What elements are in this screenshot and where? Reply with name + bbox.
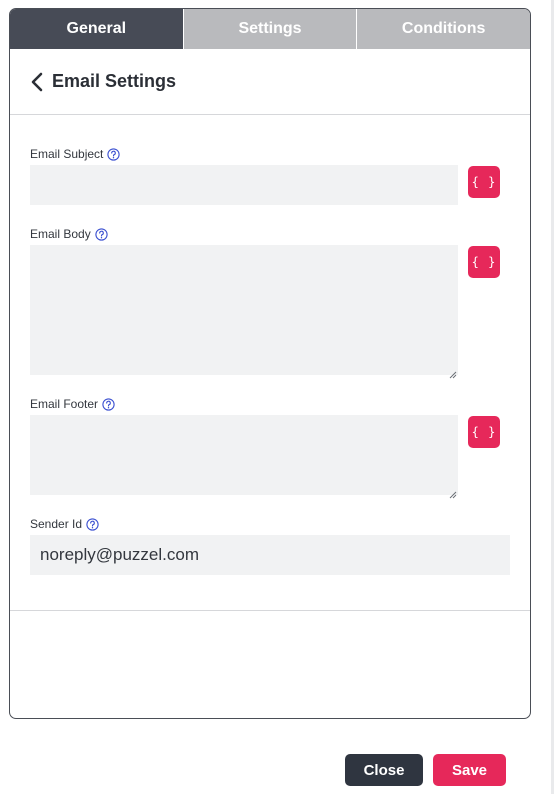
email-subject-label: Email Subject <box>30 147 104 161</box>
email-footer-textarea[interactable] <box>30 415 458 499</box>
email-footer-label-row: Email Footer <box>30 396 115 412</box>
panel-header: Email Settings <box>10 49 530 115</box>
footer-divider <box>10 610 530 611</box>
sender-id-input[interactable]: noreply@puzzel.com <box>30 535 510 575</box>
subject-insert-variable-button[interactable]: { } <box>468 166 500 198</box>
sender-id-label: Sender Id <box>30 517 83 531</box>
resize-grip-icon[interactable] <box>449 486 457 499</box>
question-circle-icon[interactable] <box>86 517 99 531</box>
email-settings-panel: General Settings Conditions Email Settin… <box>9 8 531 719</box>
email-body-textarea[interactable] <box>30 245 458 379</box>
email-footer-label: Email Footer <box>30 397 99 411</box>
footer-insert-variable-button[interactable]: { } <box>468 416 500 448</box>
email-subject-label-row: Email Subject <box>30 146 121 162</box>
sender-id-value: noreply@puzzel.com <box>40 545 199 564</box>
tab-settings[interactable]: Settings <box>182 9 357 49</box>
question-circle-icon[interactable] <box>95 227 108 241</box>
chevron-left-icon[interactable] <box>30 71 46 93</box>
question-circle-icon[interactable] <box>102 397 115 411</box>
tab-conditions[interactable]: Conditions <box>356 9 530 49</box>
tab-bar: General Settings Conditions <box>10 9 530 49</box>
sender-id-label-row: Sender Id <box>30 516 99 532</box>
email-subject-input[interactable] <box>30 165 458 205</box>
save-button[interactable]: Save <box>433 754 506 786</box>
body-insert-variable-button[interactable]: { } <box>468 246 500 278</box>
page-title: Email Settings <box>52 71 177 91</box>
question-circle-icon[interactable] <box>107 147 121 161</box>
email-body-label: Email Body <box>30 227 91 241</box>
resize-grip-icon[interactable] <box>449 366 457 379</box>
tab-general[interactable]: General <box>10 9 183 49</box>
email-body-label-row: Email Body <box>30 226 108 242</box>
close-button[interactable]: Close <box>345 754 423 786</box>
